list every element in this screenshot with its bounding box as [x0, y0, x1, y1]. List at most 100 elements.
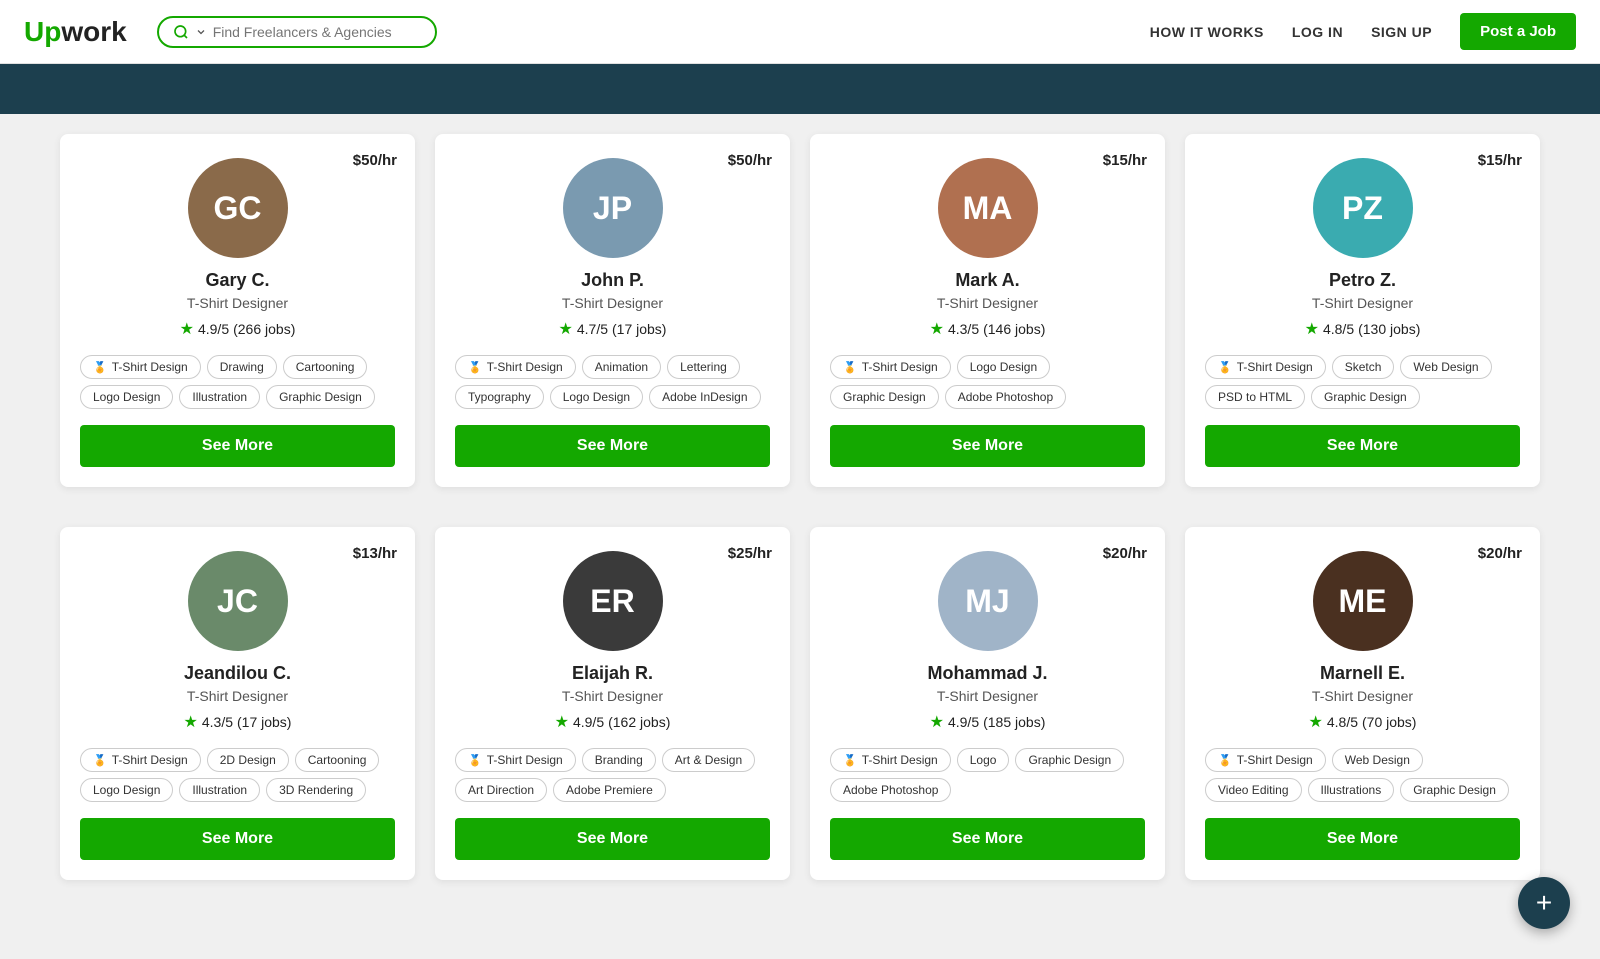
skill-tag[interactable]: Logo [957, 748, 1010, 772]
search-bar [157, 16, 437, 48]
skill-tag[interactable]: PSD to HTML [1205, 385, 1305, 409]
freelancer-title: T-Shirt Designer [187, 688, 288, 704]
skill-tag[interactable]: Lettering [667, 355, 740, 379]
star-icon: ★ [930, 712, 944, 732]
jobs-count: (17 jobs) [237, 714, 291, 730]
skill-tag[interactable]: Animation [582, 355, 661, 379]
card-rate: $20/hr [1478, 545, 1522, 562]
freelancer-name: Mark A. [955, 270, 1019, 291]
skill-tag[interactable]: Art & Design [662, 748, 755, 772]
avatar: GC [188, 158, 288, 258]
skill-tag[interactable]: 2D Design [207, 748, 289, 772]
skill-tag[interactable]: Adobe Photoshop [945, 385, 1066, 409]
skill-tag[interactable]: T-Shirt Design [80, 355, 201, 379]
skills-area: T-Shirt DesignLogo Design Graphic DesignA… [830, 355, 1145, 409]
skills-area: T-Shirt DesignSketchWeb Design PSD to HTM… [1205, 355, 1520, 409]
main-content: $50/hrGCGary C.T-Shirt Designer★4.9/5(26… [0, 114, 1600, 940]
freelancer-card: $50/hrGCGary C.T-Shirt Designer★4.9/5(26… [60, 134, 415, 487]
skill-tag[interactable]: Illustration [179, 778, 260, 802]
skill-tag[interactable]: Video Editing [1205, 778, 1302, 802]
freelancer-title: T-Shirt Designer [1312, 295, 1413, 311]
dark-banner [0, 64, 1600, 114]
skill-tag[interactable]: Cartooning [295, 748, 380, 772]
freelancer-grid-row2: $13/hrJCJeandilou C.T-Shirt Designer★4.3… [60, 507, 1540, 900]
skill-tag[interactable]: Adobe InDesign [649, 385, 760, 409]
skill-tag[interactable]: Branding [582, 748, 656, 772]
skill-tag[interactable]: Adobe Photoshop [830, 778, 951, 802]
rating-value: 4.8/5 [1323, 321, 1354, 337]
skill-tag[interactable]: T-Shirt Design [80, 748, 201, 772]
skill-tag[interactable]: Logo Design [80, 385, 173, 409]
skill-tag[interactable]: T-Shirt Design [1205, 748, 1326, 772]
skill-tag[interactable]: Cartooning [283, 355, 368, 379]
skills-area: T-Shirt Design2D DesignCartooning Logo De… [80, 748, 395, 802]
skill-tag[interactable]: Graphic Design [830, 385, 939, 409]
avatar: MA [938, 158, 1038, 258]
skill-tag[interactable]: Typography [455, 385, 544, 409]
card-rate: $13/hr [353, 545, 397, 562]
post-job-button[interactable]: Post a Job [1460, 13, 1576, 50]
freelancer-name: John P. [581, 270, 644, 291]
skill-tag[interactable]: Art Direction [455, 778, 547, 802]
skill-tag[interactable]: Graphic Design [266, 385, 375, 409]
freelancer-name: Mohammad J. [927, 663, 1047, 684]
skill-tag[interactable]: Logo Design [80, 778, 173, 802]
see-more-button[interactable]: See More [455, 818, 770, 860]
rating-value: 4.9/5 [948, 714, 979, 730]
star-icon: ★ [930, 319, 944, 339]
logo[interactable]: Upwork [24, 16, 127, 48]
fab-button[interactable]: + [1518, 877, 1570, 929]
avatar: ER [563, 551, 663, 651]
see-more-button[interactable]: See More [830, 818, 1145, 860]
skill-tag[interactable]: Graphic Design [1311, 385, 1420, 409]
freelancer-card: $15/hrMAMark A.T-Shirt Designer★4.3/5(14… [810, 134, 1165, 487]
see-more-button[interactable]: See More [455, 425, 770, 467]
see-more-button[interactable]: See More [1205, 425, 1520, 467]
jobs-count: (162 jobs) [608, 714, 670, 730]
jobs-count: (146 jobs) [983, 321, 1045, 337]
freelancer-title: T-Shirt Designer [937, 688, 1038, 704]
freelancer-name: Elaijah R. [572, 663, 653, 684]
skills-area: T-Shirt DesignAnimationLettering Typograp… [455, 355, 770, 409]
login-link[interactable]: LOG IN [1292, 24, 1343, 40]
skill-tag[interactable]: 3D Rendering [266, 778, 366, 802]
skill-tag[interactable]: Sketch [1332, 355, 1395, 379]
card-rate: $15/hr [1103, 152, 1147, 169]
see-more-button[interactable]: See More [80, 818, 395, 860]
skill-tag[interactable]: Logo Design [957, 355, 1050, 379]
rating-value: 4.9/5 [198, 321, 229, 337]
header: Upwork HOW IT WORKS LOG IN SIGN UP Post … [0, 0, 1600, 64]
skill-tag[interactable]: T-Shirt Design [830, 748, 951, 772]
rating-value: 4.7/5 [577, 321, 608, 337]
skill-tag[interactable]: Adobe Premiere [553, 778, 666, 802]
skill-tag[interactable]: Drawing [207, 355, 277, 379]
skill-tag[interactable]: Logo Design [550, 385, 643, 409]
star-icon: ★ [559, 319, 573, 339]
skill-tag[interactable]: T-Shirt Design [455, 355, 576, 379]
search-icon [173, 24, 189, 40]
skill-tag[interactable]: Web Design [1400, 355, 1491, 379]
skill-tag[interactable]: Graphic Design [1400, 778, 1509, 802]
freelancer-card: $15/hrPZPetro Z.T-Shirt Designer★4.8/5(1… [1185, 134, 1540, 487]
skill-tag[interactable]: T-Shirt Design [830, 355, 951, 379]
freelancer-title: T-Shirt Designer [187, 295, 288, 311]
chevron-down-icon [195, 26, 207, 38]
how-it-works-link[interactable]: HOW IT WORKS [1150, 24, 1264, 40]
freelancer-card: $20/hr MJ Mohammad J. T-Shirt Designer ★4.9/… [810, 527, 1165, 880]
skill-tag[interactable]: Graphic Design [1015, 748, 1124, 772]
star-icon: ★ [180, 319, 194, 339]
skill-tag[interactable]: T-Shirt Design [1205, 355, 1326, 379]
search-input[interactable] [213, 24, 421, 40]
skill-tag[interactable]: Illustration [179, 385, 260, 409]
skill-tag[interactable]: T-Shirt Design [455, 748, 576, 772]
card-rate: $20/hr [1103, 545, 1147, 562]
avatar: MJ [938, 551, 1038, 651]
signup-link[interactable]: SIGN UP [1371, 24, 1432, 40]
jobs-count: (130 jobs) [1358, 321, 1420, 337]
avatar: ME [1313, 551, 1413, 651]
see-more-button[interactable]: See More [830, 425, 1145, 467]
see-more-button[interactable]: See More [80, 425, 395, 467]
skill-tag[interactable]: Web Design [1332, 748, 1423, 772]
skill-tag[interactable]: Illustrations [1308, 778, 1395, 802]
see-more-button[interactable]: See More [1205, 818, 1520, 860]
